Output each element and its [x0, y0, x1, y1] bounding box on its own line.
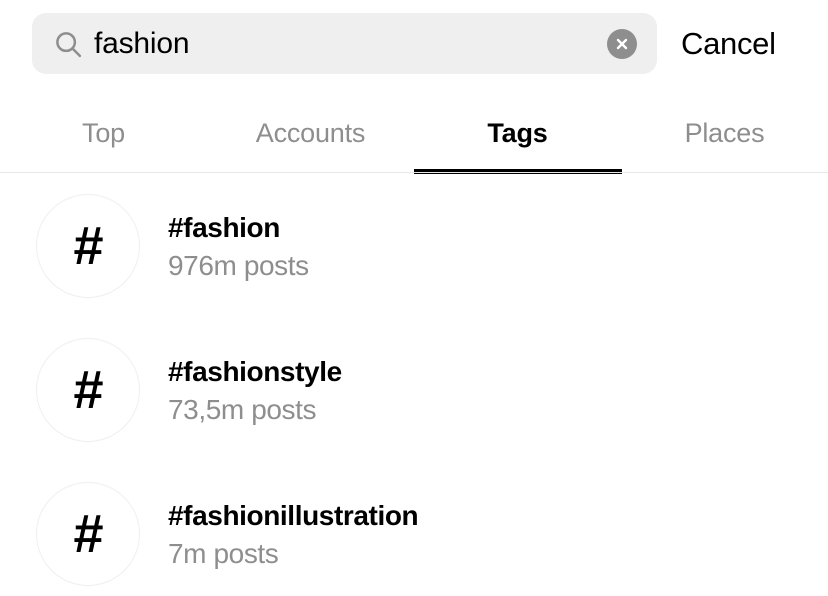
hashtag-icon: #	[36, 194, 140, 298]
hashtag-icon: #	[36, 338, 140, 442]
search-input-field[interactable]: fashion	[32, 13, 657, 74]
search-input-value[interactable]: fashion	[94, 27, 190, 61]
list-item-subtitle: 73,5m posts	[168, 393, 317, 425]
tab-places-label: Places	[684, 118, 765, 148]
hashtag-icon: #	[36, 482, 140, 586]
list-item-text: #fashionillustration 7m posts	[168, 498, 419, 571]
list-item-subtitle: 976m posts	[168, 249, 309, 281]
tab-top-label: Top	[82, 118, 125, 148]
list-item-text: #fashionstyle 73,5m posts	[168, 354, 342, 427]
tab-top[interactable]: Top	[0, 100, 207, 173]
tag-results-list: # #fashion 976m posts # #fashionstyle 73…	[0, 174, 828, 596]
list-item-text: #fashion 976m posts	[168, 210, 309, 283]
list-item[interactable]: # #fashionstyle 73,5m posts	[0, 318, 828, 462]
search-bar: fashion Cancel	[0, 0, 828, 88]
cancel-button[interactable]: Cancel	[681, 26, 776, 62]
list-item[interactable]: # #fashionillustration 7m posts	[0, 462, 828, 596]
list-item-title: #fashionillustration	[168, 499, 419, 531]
list-item[interactable]: # #fashion 976m posts	[0, 174, 828, 318]
search-results-screen: fashion Cancel Top Accounts Tags Places	[0, 0, 828, 596]
list-item-title: #fashionstyle	[168, 355, 342, 387]
search-tabs: Top Accounts Tags Places	[0, 100, 828, 173]
tabs-divider	[0, 172, 828, 173]
tab-tags[interactable]: Tags	[414, 100, 621, 173]
hashtag-glyph: #	[73, 504, 103, 564]
list-item-subtitle: 7m posts	[168, 537, 279, 569]
clear-search-icon[interactable]	[607, 28, 637, 59]
tab-tags-label: Tags	[487, 118, 548, 148]
hashtag-glyph: #	[73, 216, 103, 276]
hashtag-glyph: #	[73, 360, 103, 420]
search-icon	[53, 29, 83, 59]
tab-accounts-label: Accounts	[255, 118, 366, 148]
tab-accounts[interactable]: Accounts	[207, 100, 414, 173]
list-item-title: #fashion	[168, 211, 280, 243]
tab-places[interactable]: Places	[621, 100, 828, 173]
